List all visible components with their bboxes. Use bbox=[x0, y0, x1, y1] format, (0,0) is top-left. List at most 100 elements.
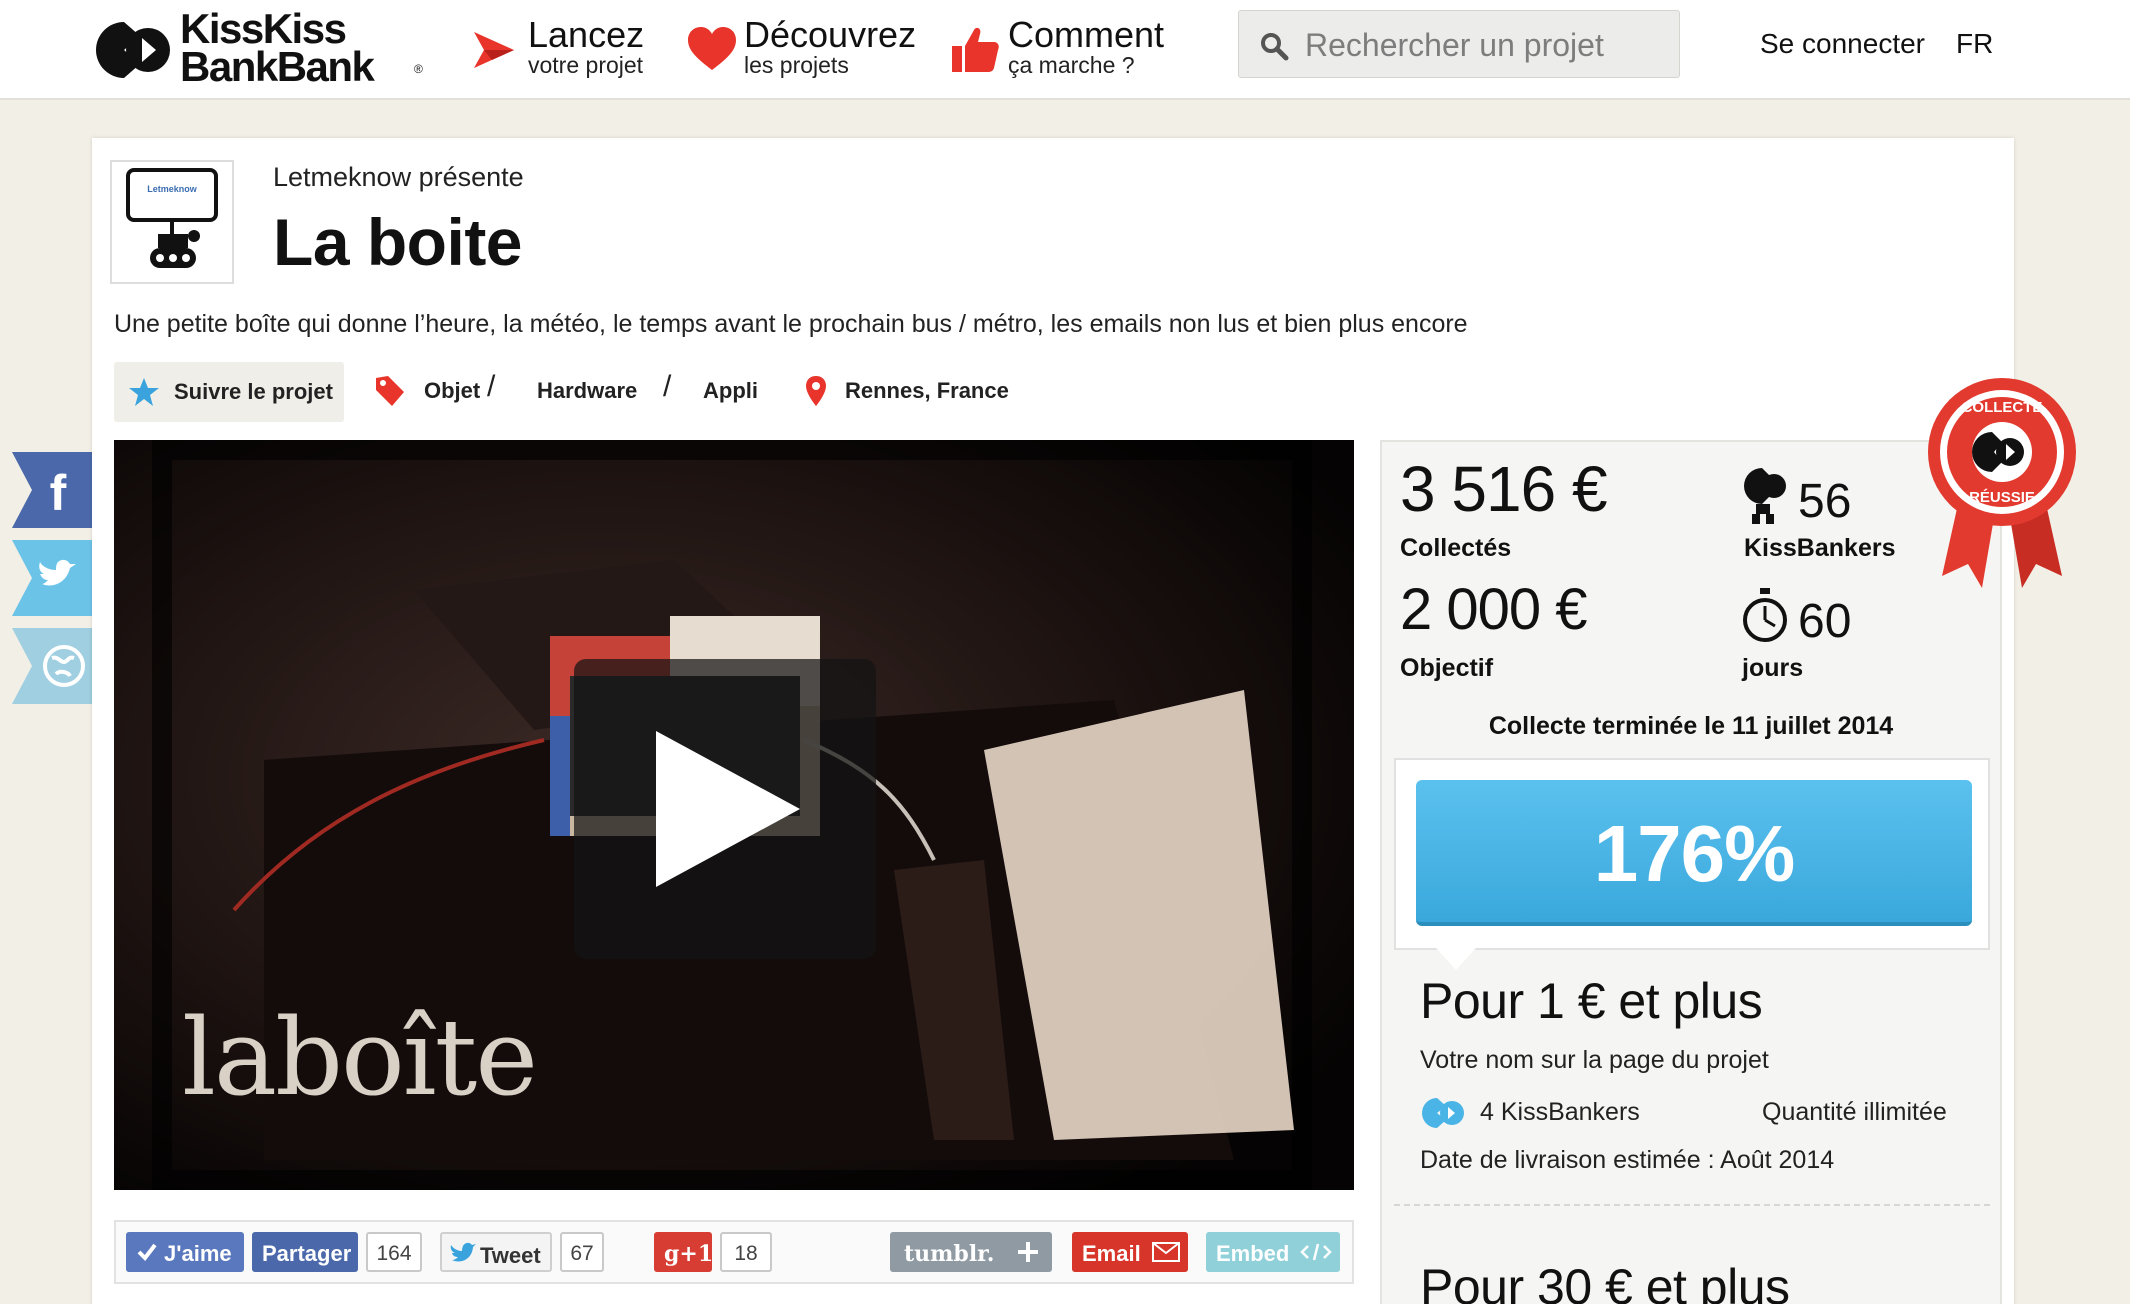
logo-line-2: BankBank bbox=[180, 43, 375, 90]
backers-label: KissBankers bbox=[1744, 534, 1896, 562]
logo-wordmark: KissKiss BankBank bbox=[180, 8, 375, 90]
svg-text:f: f bbox=[50, 465, 67, 521]
tumblr-button[interactable]: tumblr. bbox=[890, 1232, 1052, 1272]
reward-1-delivery-date: Date de livraison estimée : Août 2014 bbox=[1420, 1146, 1835, 1174]
location-pin-icon bbox=[806, 376, 826, 406]
tweet-button[interactable]: Tweet bbox=[440, 1232, 552, 1272]
video-caption: laboîte bbox=[182, 996, 538, 1119]
follow-project-label: Suivre le projet bbox=[174, 379, 333, 404]
project-location[interactable]: Rennes, France bbox=[845, 378, 1009, 404]
funding-progress-bar: 176% bbox=[1416, 780, 1972, 926]
tweet-count: 67 bbox=[560, 1232, 604, 1272]
kisskiss-small-logo-icon bbox=[1422, 1098, 1464, 1128]
like-label: J'aime bbox=[164, 1241, 232, 1266]
reward-1-title[interactable]: Pour 1 € et plus bbox=[1420, 972, 1763, 1030]
search-icon bbox=[1261, 33, 1289, 61]
search-input[interactable] bbox=[1305, 23, 1665, 67]
backers-count: 56 bbox=[1798, 475, 1852, 528]
partager-label: Partager bbox=[262, 1241, 352, 1266]
facebook-share-icon[interactable]: f bbox=[12, 452, 92, 528]
reward-divider bbox=[1394, 1204, 1990, 1206]
nav-decouvrez-label: Découvrez bbox=[744, 14, 917, 55]
site-header: KissKiss BankBank ® Lancez votre projet … bbox=[0, 0, 2130, 100]
funding-percent: 176% bbox=[1593, 809, 1796, 898]
google-plus-count: 18 bbox=[720, 1232, 772, 1272]
reward-2-title[interactable]: Pour 30 € et plus bbox=[1420, 1258, 1790, 1304]
stopwatch-icon bbox=[1743, 588, 1787, 642]
breadcrumb-separator: / bbox=[487, 370, 496, 403]
paper-plane-icon bbox=[474, 32, 514, 68]
tag-icon bbox=[376, 376, 404, 406]
duration-days: 60 bbox=[1798, 595, 1852, 648]
project-card: Letmeknow Letmeknow présente La boite Un… bbox=[92, 138, 2014, 1304]
progress-pointer bbox=[1436, 948, 1476, 970]
heart-icon bbox=[688, 27, 736, 70]
email-label: Email bbox=[1082, 1241, 1141, 1266]
nav-comment-sublabel: ça marche ? bbox=[1008, 52, 1135, 78]
funding-goal: 2 000 € bbox=[1400, 577, 1588, 642]
embed-button[interactable]: Embed bbox=[1206, 1232, 1340, 1272]
nav-comment-label: Comment bbox=[1008, 14, 1165, 55]
nav-decouvrez-sublabel: les projets bbox=[744, 52, 849, 78]
reward-1-quantity: Quantité illimitée bbox=[1762, 1098, 1947, 1126]
nav-lancez[interactable]: Lancez votre projet bbox=[470, 14, 660, 84]
tweet-count-value: 67 bbox=[570, 1242, 594, 1265]
amount-collected-label: Collectés bbox=[1400, 534, 1512, 562]
ribbon-bottom-text: RÉUSSIE bbox=[1969, 489, 2035, 506]
star-icon bbox=[129, 378, 159, 406]
facebook-share-button[interactable]: Partager bbox=[252, 1232, 358, 1272]
tweet-label: Tweet bbox=[480, 1243, 541, 1268]
funding-panel: 3 516 € Collectés 56 KissBankers 2 000 €… bbox=[1380, 440, 2002, 1304]
kissbanker-person-icon bbox=[1744, 468, 1786, 524]
nav-lancez-label: Lancez bbox=[528, 14, 645, 55]
project-creator[interactable]: Letmeknow présente bbox=[273, 162, 524, 193]
facebook-count: 164 bbox=[366, 1232, 422, 1272]
page-title: La boite bbox=[273, 205, 523, 279]
checkmark-icon bbox=[137, 1243, 157, 1262]
nav-comment[interactable]: Comment ça marche ? bbox=[950, 14, 1180, 84]
progress-box: 176% bbox=[1394, 758, 1990, 970]
twitter-bird-icon bbox=[450, 1242, 476, 1262]
campaign-end-date: Collecte terminée le 11 juillet 2014 bbox=[1488, 712, 1894, 740]
play-icon bbox=[656, 731, 800, 887]
funding-goal-label: Objectif bbox=[1400, 654, 1494, 682]
category-objet[interactable]: Objet bbox=[424, 378, 480, 404]
website-globe-icon[interactable] bbox=[12, 628, 92, 704]
facebook-like-button[interactable]: J'aime bbox=[126, 1232, 244, 1272]
gplus-label: g+1 bbox=[664, 1241, 714, 1267]
kisskissbankbank-logo[interactable]: KissKiss BankBank ® bbox=[92, 8, 432, 90]
kisskiss-logo-mark-icon bbox=[96, 22, 170, 78]
follow-project-button[interactable]: Suivre le projet bbox=[114, 362, 344, 422]
project-tagline: Une petite boîte qui donne l’heure, la m… bbox=[114, 310, 1468, 338]
reward-1-backers: 4 KissBankers bbox=[1480, 1098, 1640, 1126]
success-ribbon-badge: COLLECTE RÉUSSIE bbox=[1928, 378, 2076, 588]
category-hardware[interactable]: Hardware bbox=[537, 378, 637, 404]
code-icon bbox=[1300, 1243, 1332, 1261]
play-button[interactable] bbox=[574, 659, 876, 959]
category-appli[interactable]: Appli bbox=[703, 378, 758, 404]
duration-days-label: jours bbox=[1742, 654, 1804, 682]
language-selector[interactable]: FR bbox=[1956, 28, 1993, 60]
video-player[interactable]: laboîte bbox=[114, 440, 1354, 1190]
gplus-count-value: 18 bbox=[734, 1242, 758, 1265]
embed-label: Embed bbox=[1216, 1241, 1290, 1266]
google-plus-button[interactable]: g+1 bbox=[654, 1232, 714, 1272]
registered-mark: ® bbox=[414, 62, 423, 76]
project-avatar[interactable]: Letmeknow bbox=[110, 160, 234, 284]
amount-collected: 3 516 € bbox=[1400, 453, 1608, 525]
plus-icon bbox=[1018, 1242, 1038, 1262]
thumb-label: Letmeknow bbox=[147, 184, 198, 194]
search-box[interactable] bbox=[1238, 10, 1680, 78]
facebook-count-value: 164 bbox=[376, 1242, 412, 1265]
envelope-icon bbox=[1152, 1242, 1180, 1262]
tumblr-label: tumblr. bbox=[904, 1241, 995, 1267]
email-share-button[interactable]: Email bbox=[1072, 1232, 1188, 1272]
nav-decouvrez[interactable]: Découvrez les projets bbox=[686, 14, 916, 84]
reward-1-description: Votre nom sur la page du projet bbox=[1420, 1046, 1769, 1074]
login-link[interactable]: Se connecter bbox=[1760, 28, 1925, 60]
share-bar: J'aime Partager 164 Tweet 67 g+1 18 tumb… bbox=[114, 1220, 1354, 1284]
letmeknow-robot-icon: Letmeknow bbox=[126, 168, 218, 268]
breadcrumb-separator: / bbox=[663, 370, 672, 403]
twitter-share-icon[interactable] bbox=[12, 540, 92, 616]
ribbon-top-text: COLLECTE bbox=[1962, 399, 2043, 416]
